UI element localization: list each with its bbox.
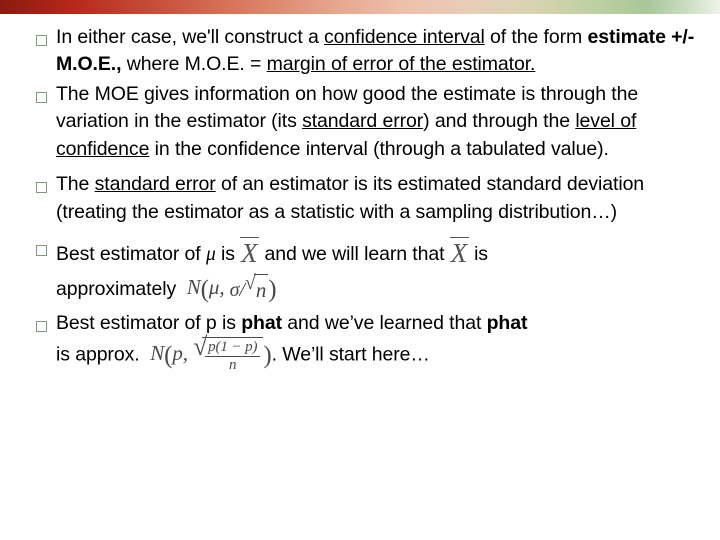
bullet-3-text: The standard error of an estimator is it…: [56, 171, 695, 226]
phat-bold-2: phat: [486, 311, 528, 334]
bullet-square-icon: [30, 310, 56, 332]
bullet-3-part-1: The: [56, 173, 95, 196]
list-item: In either case, we'll construct a confid…: [30, 24, 695, 79]
bullet-square-icon: [30, 24, 56, 46]
list-item: Best estimator of μ is X and we will lea…: [30, 234, 695, 307]
mu-symbol: μ: [205, 244, 216, 266]
bullet-5-lead: Best estimator of p is: [56, 311, 242, 334]
list-item: The standard error of an estimator is it…: [30, 171, 695, 226]
normal-distribution-phat-formula: N(p, √ p(1 − p) n): [150, 332, 272, 373]
bullet-4-line2-lead: approximately: [56, 278, 177, 301]
bullet-1-part-1: In either case, we'll construct a: [56, 26, 325, 48]
phat-bold-1: phat: [241, 311, 282, 334]
bullet-4-mid: and we will learn that: [264, 243, 445, 266]
bullet-4-tail: is: [474, 243, 488, 266]
bullet-4-text: Best estimator of μ is X and we will lea…: [56, 234, 695, 307]
bullet-square-icon: [30, 81, 56, 103]
bullet-5-text: Best estimator of p is phat and we’ve le…: [56, 310, 695, 374]
bullet-1-part-2: confidence interval: [324, 26, 485, 48]
normal-distribution-xbar-formula: N(μ, σ/√ n): [186, 271, 277, 304]
bullet-1-part-3: of the form: [484, 26, 588, 48]
bullet-1-part-6: margin of error of the estimator.: [266, 53, 536, 76]
list-item: The MOE gives information on how good th…: [30, 81, 695, 163]
slide: In either case, we'll construct a confid…: [0, 0, 720, 540]
bullet-square-icon: [30, 234, 56, 257]
list-item: Best estimator of p is phat and we’ve le…: [30, 310, 695, 374]
bullet-5-mid: and we’ve learned that: [281, 311, 487, 334]
bullet-2-part-3: ) and through the: [423, 110, 576, 133]
bullet-4-is: is: [215, 243, 235, 266]
bullet-2-text: The MOE gives information on how good th…: [56, 81, 695, 163]
x-bar-estimator-1: X: [240, 237, 260, 269]
bullet-5-line2-lead: is approx.: [56, 343, 140, 366]
bullet-1-text: In either case, we'll construct a confid…: [56, 24, 695, 79]
decorative-top-gradient-bar: [0, 0, 720, 14]
bullet-2-part-2: standard error: [302, 110, 424, 133]
bullet-4-lead: Best estimator of: [56, 243, 206, 266]
bullet-1-part-5: where M.O.E. =: [121, 53, 267, 76]
bullet-5-tail: . We’ll start here…: [271, 343, 430, 366]
x-bar-estimator-2: X: [449, 237, 469, 269]
bullet-3-part-2: standard error: [94, 173, 216, 196]
bullet-2-part-5: in the confidence interval (through a ta…: [149, 137, 609, 160]
slide-body: In either case, we'll construct a confid…: [30, 24, 695, 376]
bullet-square-icon: [30, 171, 56, 194]
